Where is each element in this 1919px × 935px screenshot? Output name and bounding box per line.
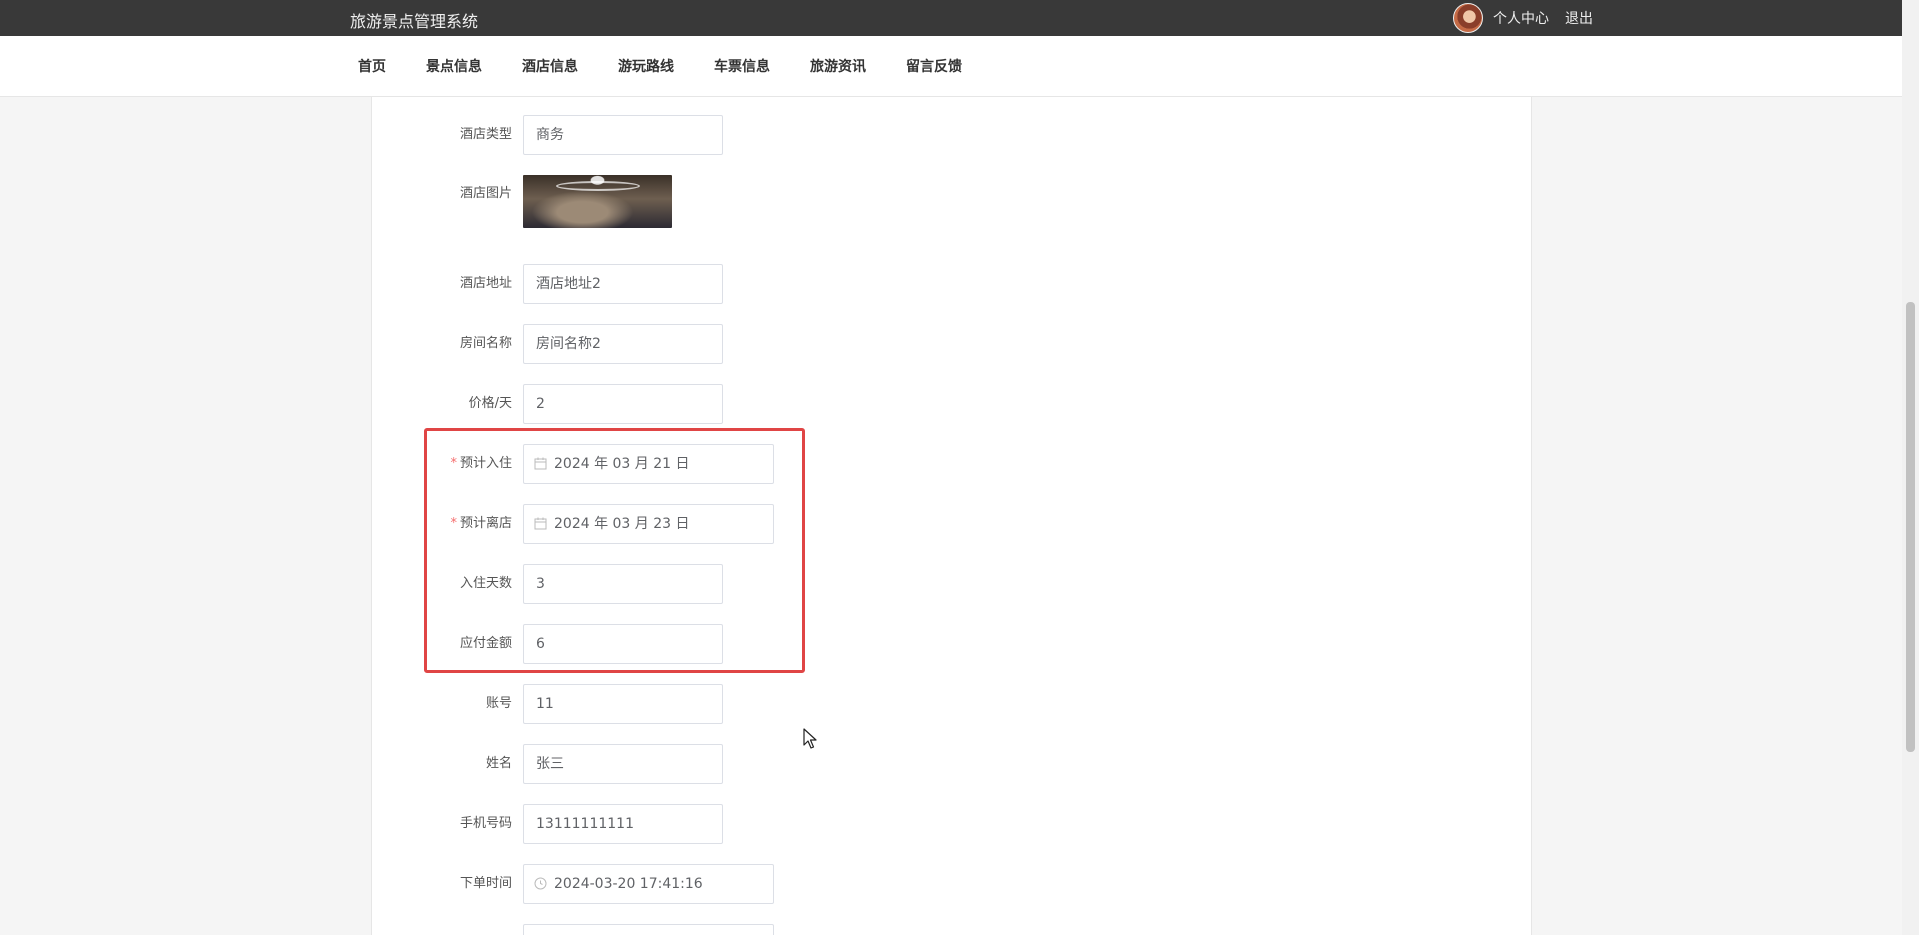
scrollbar-thumb[interactable] <box>1906 302 1915 752</box>
nav-item-home[interactable]: 首页 <box>358 56 386 76</box>
price-label: 价格/天 <box>468 396 512 411</box>
nav-item-feedback[interactable]: 留言反馈 <box>906 56 962 76</box>
hotel-type-label: 酒店类型 <box>459 127 512 142</box>
nav-item-tickets[interactable]: 车票信息 <box>714 56 770 76</box>
account-label: 账号 <box>485 696 512 711</box>
form-row-hotel-type: 酒店类型 商务 <box>372 115 1272 155</box>
nav-item-attractions[interactable]: 景点信息 <box>426 56 482 76</box>
user-center-link[interactable]: 个人中心 <box>1493 8 1549 28</box>
mouse-cursor-icon <box>803 728 817 749</box>
phone-label: 手机号码 <box>459 816 512 831</box>
name-label: 姓名 <box>485 756 512 771</box>
top-bar: 旅游景点管理系统 个人中心 退出 <box>0 0 1919 36</box>
nav-item-routes[interactable]: 游玩路线 <box>618 56 674 76</box>
form-row-account: 账号 11 <box>372 684 1272 724</box>
order-time-picker[interactable]: 2024-03-20 17:41:16 <box>523 864 774 904</box>
form-row-hotel-address: 酒店地址 酒店地址2 <box>372 264 1272 304</box>
name-input[interactable]: 张三 <box>523 744 723 784</box>
form-row-name: 姓名 张三 <box>372 744 1272 784</box>
logout-link[interactable]: 退出 <box>1565 8 1593 28</box>
room-name-label: 房间名称 <box>459 336 512 351</box>
account-input[interactable]: 11 <box>523 684 723 724</box>
form-row-next <box>372 924 1272 935</box>
form-row-phone: 手机号码 13111111111 <box>372 804 1272 844</box>
highlight-box <box>424 428 805 673</box>
clock-icon <box>534 877 547 890</box>
nav-item-news[interactable]: 旅游资讯 <box>810 56 866 76</box>
room-name-input[interactable]: 房间名称2 <box>523 324 723 364</box>
order-time-value: 2024-03-20 17:41:16 <box>554 876 703 892</box>
hotel-address-label: 酒店地址 <box>459 276 512 291</box>
user-area: 个人中心 退出 <box>1453 3 1593 33</box>
hotel-type-input[interactable]: 商务 <box>523 115 723 155</box>
form-row-room-name: 房间名称 房间名称2 <box>372 324 1272 364</box>
next-field-partial[interactable] <box>523 924 774 935</box>
page-scrollbar[interactable] <box>1902 0 1919 935</box>
form-row-hotel-image: 酒店图片 <box>372 175 1272 228</box>
phone-input[interactable]: 13111111111 <box>523 804 723 844</box>
order-time-label: 下单时间 <box>459 876 512 891</box>
main-nav: 首页 景点信息 酒店信息 游玩路线 车票信息 旅游资讯 留言反馈 <box>0 36 1919 97</box>
nav-item-hotels[interactable]: 酒店信息 <box>522 56 578 76</box>
form-row-order-time: 下单时间 2024-03-20 17:41:16 <box>372 864 1272 904</box>
hotel-image <box>523 175 672 228</box>
form-row-price: 价格/天 2 <box>372 384 1272 424</box>
hotel-address-input[interactable]: 酒店地址2 <box>523 264 723 304</box>
system-title: 旅游景点管理系统 <box>350 12 479 31</box>
price-input[interactable]: 2 <box>523 384 723 424</box>
hotel-image-label: 酒店图片 <box>459 186 512 201</box>
avatar[interactable] <box>1453 3 1483 33</box>
